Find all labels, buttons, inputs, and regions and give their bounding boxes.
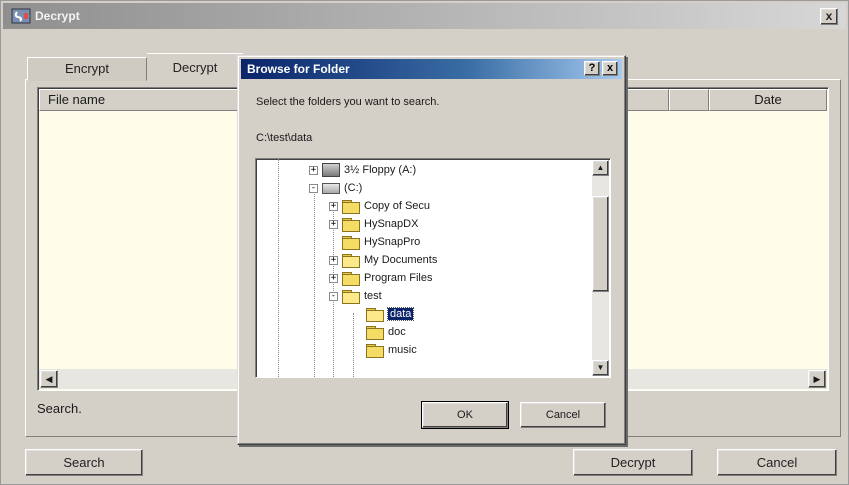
scrollbar-thumb[interactable] bbox=[592, 196, 609, 292]
dialog-close-button[interactable]: x bbox=[602, 61, 618, 76]
close-icon: x bbox=[825, 9, 833, 23]
help-icon: ? bbox=[588, 62, 596, 74]
tree-item-label-selected: data bbox=[386, 307, 415, 321]
floppy-drive-icon bbox=[322, 163, 340, 177]
tree-item-label: My Documents bbox=[364, 254, 438, 266]
tree-item-music[interactable]: music bbox=[366, 341, 417, 359]
tree-item-label: Program Files bbox=[364, 272, 433, 284]
tree-item-doc[interactable]: doc bbox=[366, 323, 406, 341]
ok-button[interactable]: OK bbox=[421, 401, 509, 429]
dialog-title-bar[interactable]: Browse for Folder ? x bbox=[241, 59, 622, 79]
folder-tree[interactable]: + 3½ Floppy (A:) - (C:) + Copy of Secu +… bbox=[255, 158, 611, 378]
tree-line bbox=[314, 187, 315, 377]
expand-icon[interactable]: + bbox=[329, 273, 338, 283]
tree-item-program-files[interactable]: + Program Files bbox=[329, 269, 432, 287]
tree-item-label: HySnapDX bbox=[364, 218, 419, 230]
tree-line bbox=[353, 313, 354, 377]
folder-icon bbox=[342, 199, 360, 214]
scroll-down-button[interactable]: ▼ bbox=[592, 360, 609, 376]
arrow-right-icon: ▶ bbox=[813, 374, 821, 384]
decrypt-button[interactable]: Decrypt bbox=[573, 449, 693, 476]
tree-item-label: music bbox=[388, 344, 417, 356]
cancel-button[interactable]: Cancel bbox=[717, 449, 837, 476]
dialog-title: Browse for Folder bbox=[247, 62, 350, 76]
tree-item-label: HySnapPro bbox=[364, 236, 421, 248]
dialog-prompt: Select the folders you want to search. bbox=[256, 96, 440, 108]
scroll-left-button[interactable]: ◀ bbox=[40, 370, 58, 388]
tree-item-my-documents[interactable]: + My Documents bbox=[329, 251, 437, 269]
tab-decrypt[interactable]: Decrypt bbox=[147, 53, 243, 81]
folder-icon bbox=[342, 271, 360, 286]
app-icon bbox=[11, 8, 31, 24]
expand-icon[interactable]: + bbox=[329, 219, 338, 229]
tree-line bbox=[278, 159, 279, 377]
folder-icon bbox=[342, 235, 360, 250]
tree-item-label: 3½ Floppy (A:) bbox=[344, 164, 417, 176]
collapse-icon[interactable]: - bbox=[309, 183, 318, 193]
arrow-up-icon: ▲ bbox=[596, 163, 605, 172]
tree-item-copy-of-secu[interactable]: + Copy of Secu bbox=[329, 197, 430, 215]
my-documents-icon bbox=[342, 253, 360, 268]
tree-item-floppy[interactable]: + 3½ Floppy (A:) bbox=[309, 161, 416, 179]
window-close-button[interactable]: x bbox=[820, 8, 838, 25]
column-header-date[interactable]: Date bbox=[709, 89, 827, 111]
expand-icon[interactable]: + bbox=[309, 165, 318, 175]
tab-encrypt[interactable]: Encrypt bbox=[27, 57, 147, 81]
column-header-blank[interactable] bbox=[669, 89, 709, 111]
vertical-scrollbar[interactable]: ▲ ▼ bbox=[592, 160, 609, 376]
tree-item-label: (C:) bbox=[344, 182, 363, 194]
search-button[interactable]: Search bbox=[25, 449, 143, 476]
folder-icon bbox=[366, 325, 384, 340]
scroll-right-button[interactable]: ▶ bbox=[808, 370, 826, 388]
tree-item-hysnapdx[interactable]: + HySnapDX bbox=[329, 215, 418, 233]
tree-item-label: test bbox=[364, 290, 382, 302]
dialog-cancel-button[interactable]: Cancel bbox=[520, 402, 606, 428]
tree-item-label: Copy of Secu bbox=[364, 200, 431, 212]
folder-icon bbox=[366, 343, 384, 358]
close-icon: x bbox=[606, 62, 614, 74]
folder-open-icon bbox=[342, 289, 360, 304]
tree-item-test[interactable]: - test bbox=[329, 287, 382, 305]
tree-item-data[interactable]: data bbox=[366, 305, 415, 323]
status-text: Search. bbox=[37, 401, 82, 416]
expand-icon[interactable]: + bbox=[329, 255, 338, 265]
window-title: Decrypt bbox=[35, 9, 80, 23]
tree-item-label: doc bbox=[388, 326, 406, 338]
arrow-left-icon: ◀ bbox=[45, 374, 53, 384]
folder-icon bbox=[342, 217, 360, 232]
folder-open-icon bbox=[366, 307, 384, 322]
tree-item-drive-c[interactable]: - (C:) bbox=[309, 179, 362, 197]
arrow-down-icon: ▼ bbox=[596, 363, 605, 372]
hard-drive-icon bbox=[322, 182, 340, 194]
browse-for-folder-dialog: Browse for Folder ? x Select the folders… bbox=[237, 55, 626, 445]
main-title-bar[interactable]: Decrypt x bbox=[3, 3, 846, 29]
selected-path: C:\test\data bbox=[256, 132, 313, 144]
expand-icon[interactable]: + bbox=[329, 201, 338, 211]
scroll-up-button[interactable]: ▲ bbox=[592, 160, 609, 176]
collapse-icon[interactable]: - bbox=[329, 291, 338, 301]
help-button[interactable]: ? bbox=[584, 61, 600, 76]
tree-item-hysnappro[interactable]: HySnapPro bbox=[342, 233, 420, 251]
